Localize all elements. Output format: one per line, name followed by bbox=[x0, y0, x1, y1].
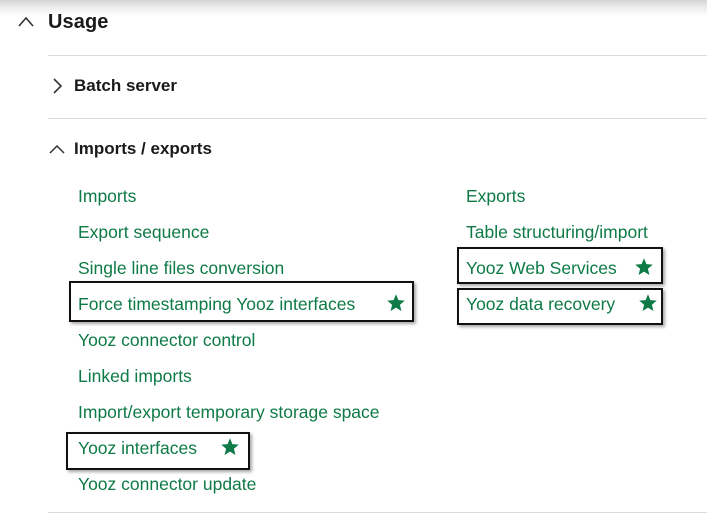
chevron-right-icon bbox=[48, 77, 66, 95]
imports-exports-title: Imports / exports bbox=[74, 139, 212, 158]
link-single-line-files-conversion[interactable]: Single line files conversion bbox=[78, 257, 284, 279]
chevron-up-icon bbox=[17, 13, 35, 31]
link-yooz-connector-update[interactable]: Yooz connector update bbox=[78, 473, 256, 495]
favorite-star-icon[interactable] bbox=[220, 437, 240, 457]
batch-server-title: Batch server bbox=[74, 76, 178, 95]
link-table-structuring-import[interactable]: Table structuring/import bbox=[466, 221, 648, 243]
imports-exports-section-header[interactable]: Imports / exports bbox=[48, 137, 212, 161]
link-linked-imports[interactable]: Linked imports bbox=[78, 365, 192, 387]
usage-section-header[interactable]: Usage bbox=[17, 8, 109, 36]
favorite-star-icon[interactable] bbox=[386, 293, 406, 313]
favorite-star-icon[interactable] bbox=[638, 293, 658, 313]
link-export-sequence[interactable]: Export sequence bbox=[78, 221, 209, 243]
chevron-up-icon bbox=[48, 140, 66, 158]
link-yooz-interfaces[interactable]: Yooz interfaces bbox=[78, 437, 197, 459]
divider-batch-server bbox=[48, 118, 707, 119]
favorite-star-icon[interactable] bbox=[634, 257, 654, 277]
divider-usage bbox=[48, 55, 707, 56]
link-yooz-web-services[interactable]: Yooz Web Services bbox=[466, 257, 617, 279]
link-yooz-connector-control[interactable]: Yooz connector control bbox=[78, 329, 255, 351]
link-exports[interactable]: Exports bbox=[466, 185, 525, 207]
divider-bottom bbox=[48, 512, 707, 513]
batch-server-section-header[interactable]: Batch server bbox=[48, 74, 177, 98]
link-force-timestamping-yooz-interfaces[interactable]: Force timestamping Yooz interfaces bbox=[78, 293, 355, 315]
link-yooz-data-recovery[interactable]: Yooz data recovery bbox=[466, 293, 615, 315]
link-imports[interactable]: Imports bbox=[78, 185, 136, 207]
usage-title: Usage bbox=[48, 10, 109, 33]
link-import-export-temporary-storage-space[interactable]: Import/export temporary storage space bbox=[78, 401, 380, 423]
